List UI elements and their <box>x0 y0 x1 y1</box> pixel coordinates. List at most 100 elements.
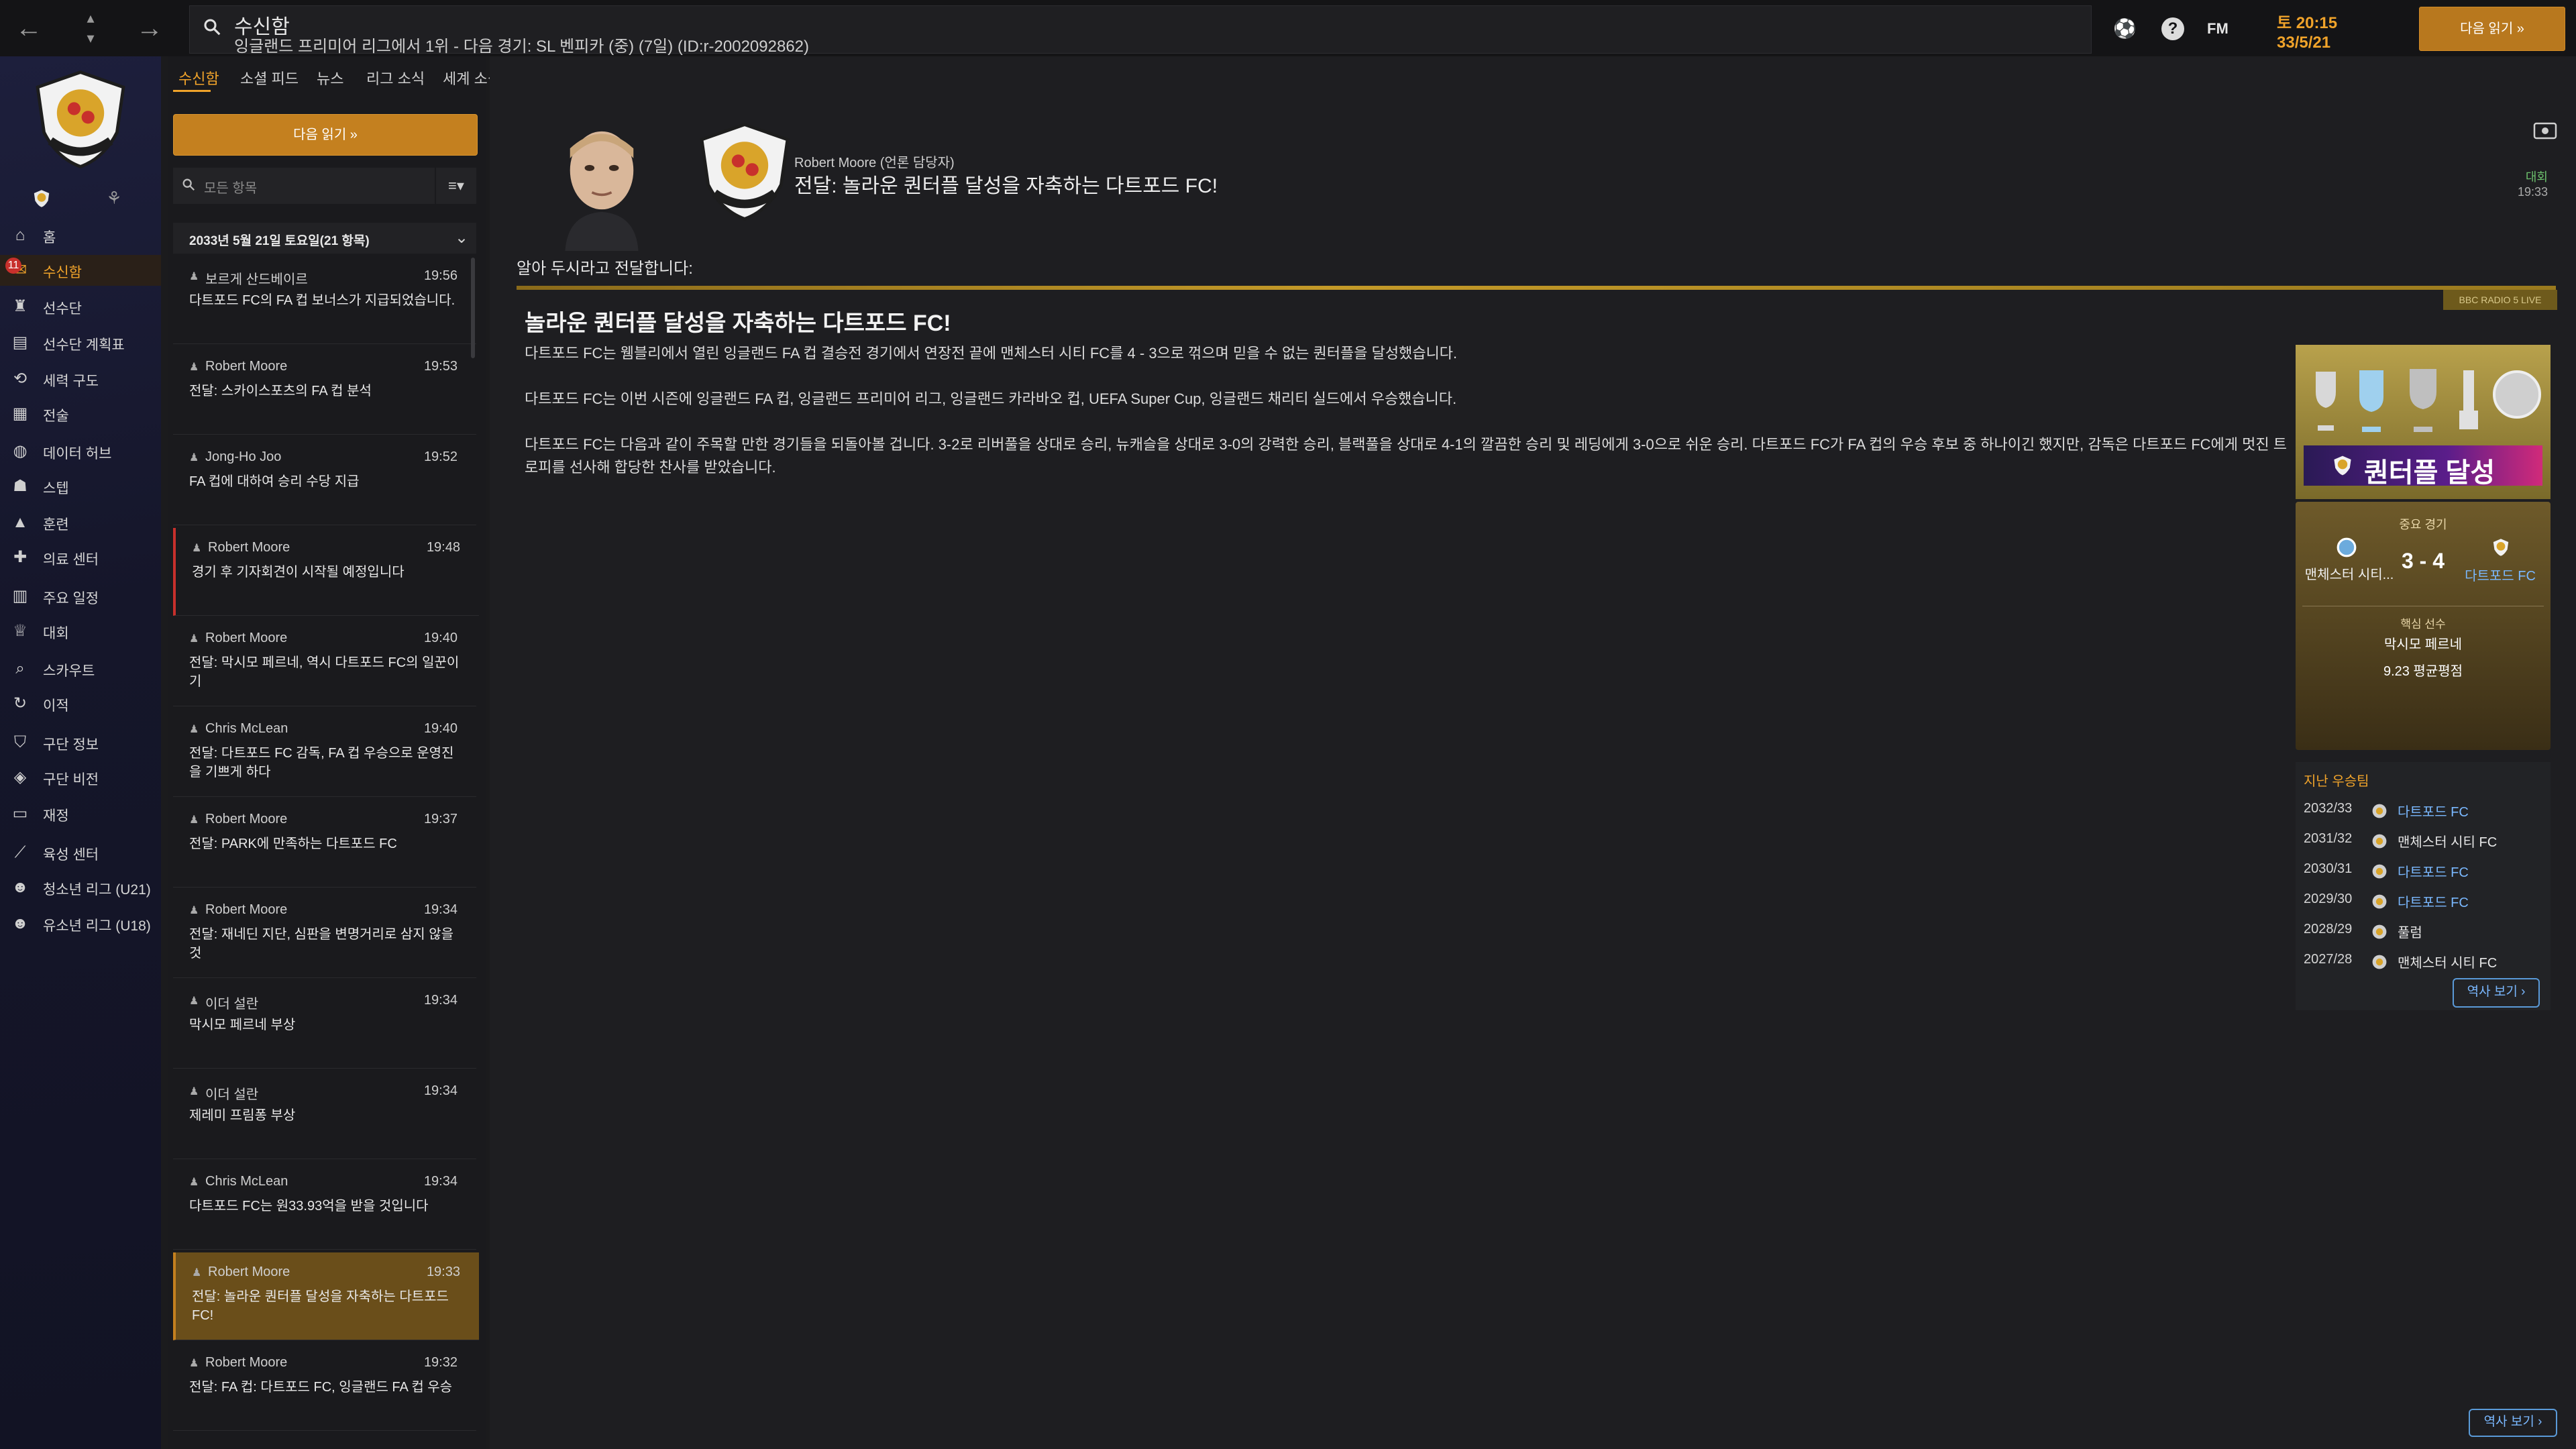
continue-button[interactable]: 다음 읽기 » <box>2419 7 2565 51</box>
message-subject: 전달: 놀라운 퀀터플 달성을 자축하는 다트포드 FC! <box>192 1289 449 1323</box>
away-team-name[interactable]: 다트포드 FC <box>2457 565 2544 584</box>
past-winners-card: 지난 우승팀 2032/33 다트포드 FC 2031/32 맨체스터 시티 FC 20… <box>2296 762 2551 1010</box>
fm-menu-button[interactable]: FM <box>2207 20 2229 38</box>
message-subject: 막시모 페르네 부상 <box>189 1018 296 1032</box>
list-item[interactable]: ♟ Chris McLean 19:34 다트포드 FC는 원33.93억을 받을 것… <box>173 1162 476 1250</box>
sidebar-item-label: 재정 <box>43 808 69 824</box>
message-time: 19:33 <box>426 1265 460 1279</box>
up-down-arrows-icon[interactable]: ▴ ▾ <box>79 8 102 51</box>
date-group-label: 2033년 5월 21일 토요일(21 항목) <box>189 234 370 248</box>
message-subject: 전달: 스카이스포츠의 FA 컵 분석 <box>189 384 372 398</box>
sidebar-item-label: 선수단 <box>43 301 82 317</box>
list-item[interactable]: ♟ Robert Moore 19:53 전달: 스카이스포츠의 FA 컵 분석 <box>173 347 476 435</box>
read-next-button[interactable]: 다음 읽기 » <box>173 114 478 156</box>
view-history-button[interactable]: 역사 보기 › <box>2469 1409 2557 1437</box>
sidebar-item[interactable]: ♕ 대회 <box>0 616 161 647</box>
scrollbar[interactable] <box>471 258 475 358</box>
globe-icon[interactable]: ⚽ <box>2113 17 2137 40</box>
sidebar-item[interactable]: ▲ 훈련 <box>0 507 161 538</box>
view-history-button[interactable]: 역사 보기 › <box>2453 978 2540 1008</box>
calendar-icon: ▥ <box>12 587 28 605</box>
help-icon[interactable]: ? <box>2161 17 2184 40</box>
past-winner-row[interactable]: 2028/29 풀럼 <box>2304 918 2545 945</box>
key-player-name[interactable]: 막시모 페르네 <box>2296 633 2551 653</box>
intro-text: 알아 두시라고 전달합니다: <box>517 260 693 278</box>
sidebar-item-label: 구단 비전 <box>43 772 99 788</box>
secondary-team-icon[interactable]: ⚘ <box>103 188 125 209</box>
sidebar-item[interactable]: ◍ 데이터 허브 <box>0 436 161 467</box>
person-icon: ♟ <box>189 633 199 645</box>
sidebar-item[interactable]: ☻ 유소년 리그 (U18) <box>0 908 161 939</box>
list-item[interactable]: ♟ Robert Moore 19:40 전달: 막시모 페르네, 역시 다트포드 F… <box>173 619 476 706</box>
sidebar-item[interactable]: ↻ 이적 <box>0 688 161 719</box>
club-mini-crest-icon[interactable] <box>31 188 52 209</box>
back-arrow-icon[interactable]: ← <box>12 13 46 43</box>
list-item[interactable]: ♟ Robert Moore 19:32 전달: FA 컵: 다트포드 FC, 잉글랜… <box>173 1343 476 1431</box>
sidebar-item[interactable]: ⛉ 구단 정보 <box>0 727 161 758</box>
tab-inbox[interactable]: 수신함 <box>178 67 219 89</box>
sidebar-item-label: 구단 정보 <box>43 737 99 753</box>
season-label: 2031/32 <box>2304 831 2353 846</box>
past-winner-row[interactable]: 2032/33 다트포드 FC <box>2304 797 2545 824</box>
list-item[interactable]: ♟ Jong-Ho Joo 19:52 FA 컵에 대하여 승리 수당 지급 <box>173 437 476 525</box>
page-title-bar[interactable]: 수신함 잉글랜드 프리미어 리그에서 1위 - 다음 경기: SL 벤피카 (중… <box>189 5 2092 56</box>
source-tag: BBC RADIO 5 LIVE <box>2443 290 2557 310</box>
date-group-header[interactable]: 2033년 5월 21일 토요일(21 항목) ⌄ <box>173 223 476 254</box>
past-winner-row[interactable]: 2029/30 다트포드 FC <box>2304 888 2545 914</box>
competition-tag[interactable]: 대회 <box>2526 168 2548 185</box>
sidebar-item-label: 선수단 계획표 <box>43 337 125 353</box>
sidebar-item[interactable]: ♜ 선수단 <box>0 291 161 322</box>
sidebar-item[interactable]: ✉수신함 <box>0 255 161 286</box>
forward-arrow-icon[interactable]: → <box>133 13 166 43</box>
past-winner-row[interactable]: 2030/31 다트포드 FC <box>2304 857 2545 884</box>
filter-input[interactable]: 모든 항목 <box>173 168 435 204</box>
search-icon[interactable] <box>202 17 222 37</box>
date-display[interactable]: 토 20:15 33/5/21 <box>2263 7 2394 52</box>
sidebar-item[interactable]: ⟲ 세력 구도 <box>0 364 161 394</box>
past-winners-label: 지난 우승팀 <box>2304 774 2369 789</box>
sort-menu-button[interactable]: ≡▾ <box>436 168 476 204</box>
sidebar-item[interactable]: ▦ 전술 <box>0 398 161 429</box>
tab-news[interactable]: 뉴스 <box>317 67 343 89</box>
list-item[interactable]: ♟ Robert Moore 19:34 전달: 재네딘 지단, 심판을 변명거리로 … <box>173 890 476 978</box>
staff-icon: ☗ <box>13 477 28 495</box>
list-item[interactable]: ♟ Robert Moore 19:33 전달: 놀라운 퀀터플 달성을 자축하는 다… <box>173 1252 479 1340</box>
sidebar-item[interactable]: ▥ 주요 일정 <box>0 581 161 612</box>
sidebar-item[interactable]: ✚ 의료 센터 <box>0 542 161 573</box>
sidebar-item[interactable]: ▭ 재정 <box>0 798 161 829</box>
key-match-card[interactable]: 중요 경기 맨체스터 시티... 3 - 4 다트포드 FC 핵심 선수 막시모… <box>2296 502 2551 750</box>
message-subject: 전달: PARK에 만족하는 다트포드 FC <box>189 837 397 851</box>
tab-social-feed[interactable]: 소셜 피드 <box>240 67 299 89</box>
list-item[interactable]: ♟ 이더 설란 19:34 제레미 프림퐁 부상 <box>173 1071 476 1159</box>
list-item[interactable]: ♟ Chris McLean 19:40 전달: 다트포드 FC 감독, FA 컵 우… <box>173 709 476 797</box>
season-label: 2027/28 <box>2304 952 2353 967</box>
clipboard-icon: ▤ <box>12 333 28 352</box>
sidebar-item[interactable]: ⟋ 육성 센터 <box>0 837 161 868</box>
tab-league-news[interactable]: 리그 소식 <box>366 67 425 89</box>
sidebar-item[interactable]: ☗ 스텝 <box>0 471 161 502</box>
sidebar-item[interactable]: ▤ 선수단 계획표 <box>0 327 161 358</box>
list-item[interactable]: ♟ 이더 설란 19:34 막시모 페르네 부상 <box>173 981 476 1069</box>
home-icon: ⌂ <box>15 226 25 244</box>
message-list: ♟ 보르게 산드베이르 19:56 다트포드 FC의 FA 컵 보너스가 지급되었습니… <box>168 256 486 1437</box>
match-score[interactable]: 3 - 4 <box>2383 549 2463 574</box>
trophy-icon: ♕ <box>13 622 28 640</box>
list-item[interactable]: ♟ Robert Moore 19:37 전달: PARK에 만족하는 다트포드 FC <box>173 800 476 888</box>
sidebar-item[interactable]: ◈ 구단 비전 <box>0 762 161 793</box>
tactics-icon: ▦ <box>12 405 28 423</box>
message-time: 19:34 <box>423 1174 458 1189</box>
message-sender: Robert Moore <box>205 902 288 917</box>
sidebar-item[interactable]: ⌂ 홈 <box>0 220 161 251</box>
message-sender[interactable]: Robert Moore (언론 담당자) <box>794 152 955 171</box>
screenshot-icon[interactable] <box>2532 121 2559 141</box>
sidebar-item[interactable]: ☻ 청소년 리그 (U21) <box>0 872 161 903</box>
past-winner-row[interactable]: 2031/32 맨체스터 시티 FC <box>2304 827 2545 854</box>
message-time: 19:40 <box>423 721 458 736</box>
sidebar-item[interactable]: ⌕ 스카우트 <box>0 653 161 684</box>
home-team-name[interactable]: 맨체스터 시티... <box>2302 564 2396 583</box>
list-item[interactable]: ♟ 보르게 산드베이르 19:56 다트포드 FC의 FA 컵 보너스가 지급되었습니… <box>173 256 476 344</box>
key-match-label: 중요 경기 <box>2399 518 2447 531</box>
past-winner-row[interactable]: 2027/28 맨체스터 시티 FC <box>2304 948 2545 975</box>
chevron-down-icon[interactable]: ⌄ <box>455 228 468 248</box>
list-item[interactable]: ♟ Robert Moore 19:48 경기 후 기자회견이 시작될 예정입니다 <box>173 528 479 616</box>
